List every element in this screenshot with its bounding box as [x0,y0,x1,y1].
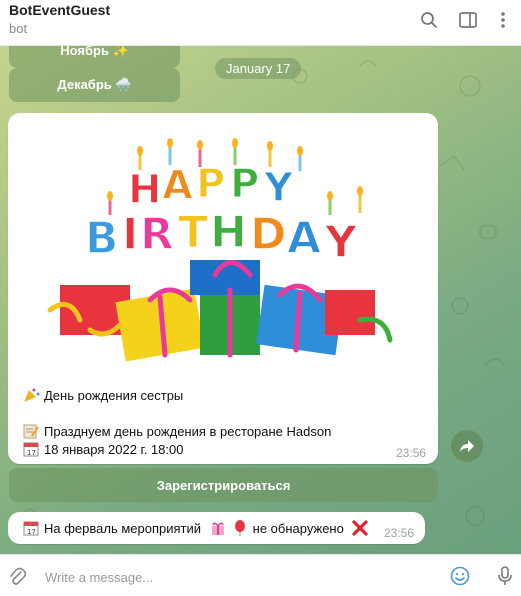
party-popper-icon [24,388,40,402]
month-button-november[interactable]: Ноябрь ✨ [9,46,180,68]
memo-icon [23,424,39,439]
chat-header: BotEventGuest bot [0,0,521,46]
info-text-part2: не обнаружено [252,521,344,536]
microphone-icon[interactable] [494,565,516,587]
message-time: 23:56 [396,446,427,460]
svg-text:R: R [140,209,174,260]
chat-subtitle: bot [9,21,28,36]
message-time: 23:56 [384,526,415,540]
svg-text:T: T [178,207,208,258]
chat-area: Ноябрь ✨ Декабрь 🌨️ January 17 H A P P Y… [0,46,521,554]
svg-text:H: H [210,207,247,258]
cross-mark-icon [352,520,369,536]
month-button-december[interactable]: Декабрь 🌨️ [9,68,180,102]
event-title-line: День рождения сестры [22,387,183,403]
share-button[interactable] [451,430,483,462]
more-menu-icon[interactable] [492,9,514,31]
event-description-text: Празднуем день рождения в ресторане Hads… [44,424,332,439]
calendar-icon: 17 [23,521,39,536]
search-icon[interactable] [418,9,440,31]
chat-title[interactable]: BotEventGuest [9,2,110,18]
gift-icon [211,522,224,535]
calendar-icon: 17 [23,442,39,457]
register-button[interactable]: Зарегистрироваться [9,468,438,502]
event-title-text: День рождения сестры [44,388,184,403]
svg-text:Y: Y [263,165,294,211]
info-message-bubble: 17 На ферваль мероприятий не обнаружено 2… [8,512,425,544]
sidebar-toggle-icon[interactable] [457,9,479,31]
share-arrow-icon [460,440,474,452]
svg-text:17: 17 [27,528,36,536]
event-message-bubble: H A P P Y B I R T H D A Y День рождения … [8,113,438,464]
balloon-icon [234,520,245,536]
event-date-line: 17 18 января 2022 г. 18:00 [22,441,183,457]
event-date-text: 18 января 2022 г. 18:00 [44,442,184,457]
svg-text:P: P [196,161,225,207]
svg-text:A: A [162,163,193,209]
emoji-icon[interactable] [449,565,471,587]
svg-text:B: B [85,213,119,264]
message-composer: Write a message... [0,554,521,596]
attach-icon[interactable] [6,565,28,587]
message-input[interactable]: Write a message... [45,570,153,585]
event-description-line: Празднуем день рождения в ресторане Hads… [22,423,331,439]
svg-text:D: D [250,209,287,260]
birthday-image: H A P P Y B I R T H D A Y [47,138,393,362]
info-text-part1: На ферваль мероприятий [44,521,202,536]
svg-text:I: I [122,209,138,260]
date-separator: January 17 [215,58,302,79]
svg-text:17: 17 [27,449,36,457]
svg-text:Y: Y [324,217,358,268]
svg-text:P: P [230,161,259,207]
info-message-line: 17 На ферваль мероприятий не обнаружено [22,520,373,536]
svg-text:A: A [287,213,321,264]
svg-text:H: H [128,167,161,213]
